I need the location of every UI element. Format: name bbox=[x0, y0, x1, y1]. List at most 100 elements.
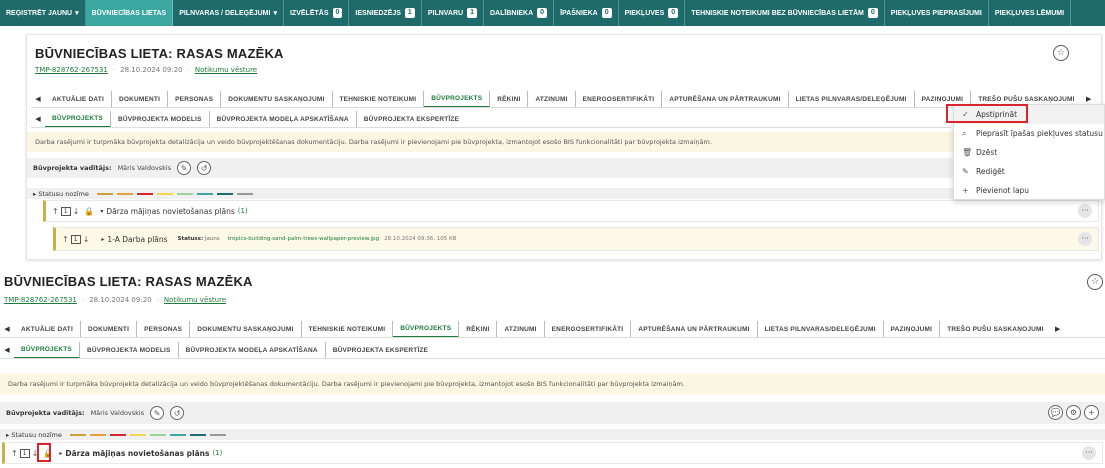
favorite-star-icon[interactable]: ☆ bbox=[1053, 45, 1069, 61]
folder-row[interactable]: ↑ 1 ↓ 🔒 ▾ Dārza mājiņas novietošanas plā… bbox=[43, 200, 1099, 222]
case-meta: TMP-828762-267531 · 28.10.2024 09:20 · N… bbox=[4, 296, 227, 304]
tab-5[interactable]: Būvprojekts bbox=[424, 91, 491, 107]
subtab-0[interactable]: Būvprojekts bbox=[14, 342, 80, 358]
manager-name: Māris Valdovskis bbox=[90, 409, 145, 417]
subtab-0[interactable]: Būvprojekts bbox=[45, 111, 111, 127]
more-actions-icon[interactable]: ··· bbox=[1078, 204, 1092, 218]
tabs-right-arrow-icon[interactable]: ▶ bbox=[1051, 325, 1065, 333]
favorite-star-icon[interactable]: ☆ bbox=[1087, 274, 1103, 290]
more-actions-icon[interactable]: ··· bbox=[1078, 232, 1092, 246]
subtab-3[interactable]: Būvprojekta ekspertīze bbox=[326, 342, 435, 358]
move-up-icon[interactable]: ↑ bbox=[11, 449, 18, 458]
menu-item-1[interactable]: ⌕ Pieprasīt īpašas piekļuves statusu bbox=[954, 124, 1104, 143]
lock-icon[interactable]: 🔒 bbox=[84, 207, 94, 216]
history-icon[interactable]: ↺ bbox=[170, 406, 185, 420]
move-up-icon[interactable]: ↑ bbox=[62, 235, 69, 244]
tab-1[interactable]: Dokumenti bbox=[112, 91, 169, 107]
topnav-item-7[interactable]: Īpašnieka 0 bbox=[554, 0, 619, 26]
tab-2[interactable]: Personas bbox=[168, 91, 222, 107]
topnav-item-5[interactable]: Pilnvaru 1 bbox=[422, 0, 484, 26]
move-down-icon[interactable]: ↓ bbox=[73, 207, 80, 216]
topnav-item-8[interactable]: Piekļuves 0 bbox=[619, 0, 686, 26]
tab-10[interactable]: Lietas pilnvaras/deleģējumi bbox=[758, 321, 884, 337]
move-up-icon[interactable]: ↑ bbox=[52, 207, 59, 216]
move-down-icon[interactable]: ↓ bbox=[83, 235, 90, 244]
expand-toggle-icon[interactable]: ▾ bbox=[100, 208, 103, 215]
folder-row[interactable]: ↑ 1 ↓ 🔒 ▸ Dārza mājiņas novietošanas plā… bbox=[2, 442, 1103, 464]
case-id-link[interactable]: TMP-828762-267531 bbox=[35, 66, 108, 74]
tab-9[interactable]: Apturēšana un pārtraukumi bbox=[631, 321, 758, 337]
tabs-left-arrow-icon[interactable]: ◀ bbox=[0, 325, 14, 333]
tab-8[interactable]: Energosertifikāti bbox=[576, 91, 663, 107]
case-meta: TMP-828762-267531 · 28.10.2024 09:20 · N… bbox=[35, 66, 258, 74]
file-row[interactable]: ↑ 1 ↓ ▸ 1-A Darba plāns Statuss: Jauns t… bbox=[53, 227, 1099, 251]
tab-0[interactable]: Aktuālie dati bbox=[14, 321, 81, 337]
comment-icon[interactable]: 💬 bbox=[1048, 405, 1063, 420]
tab-2[interactable]: Personas bbox=[137, 321, 191, 337]
legend-label[interactable]: ▸ Statusu nozīme bbox=[6, 431, 62, 439]
history-link[interactable]: Notikumu vēsture bbox=[164, 296, 226, 304]
tab-11[interactable]: Paziņojumi bbox=[884, 321, 941, 337]
more-actions-icon[interactable]: ··· bbox=[1082, 446, 1096, 460]
legend-swatch bbox=[216, 192, 233, 195]
tab-7[interactable]: Atzinumi bbox=[528, 91, 576, 107]
legend-label[interactable]: ▸ Statusu nozīme bbox=[33, 190, 89, 198]
topnav-item-9[interactable]: Tehniskie noteikumi bez būvniecības liet… bbox=[685, 0, 885, 26]
tab-4[interactable]: Tehniskie noteikumi bbox=[302, 321, 394, 337]
topnav-item-1[interactable]: Būvniecības lietas bbox=[85, 0, 174, 26]
tab-3[interactable]: Dokumentu saskaņojumi bbox=[221, 91, 333, 107]
file-link[interactable]: tropics-building-sand-palm-trees-wallpap… bbox=[228, 236, 379, 242]
tab-7[interactable]: Atzinumi bbox=[497, 321, 545, 337]
file-title[interactable]: 1-A Darba plāns bbox=[107, 235, 167, 244]
tabs-right-arrow-icon[interactable]: ▶ bbox=[1082, 95, 1096, 103]
add-icon[interactable]: + bbox=[1084, 405, 1099, 420]
folder-title[interactable]: Dārza mājiņas novietošanas plāns bbox=[65, 449, 209, 458]
tab-8[interactable]: Energosertifikāti bbox=[545, 321, 632, 337]
menu-item-2[interactable]: 🗑 Dzēst bbox=[954, 143, 1104, 162]
tab-6[interactable]: Rēķini bbox=[490, 91, 529, 107]
menu-item-3[interactable]: ✎ Rediģēt bbox=[954, 162, 1104, 181]
order-box[interactable]: 1 bbox=[70, 234, 81, 244]
history-link[interactable]: Notikumu vēsture bbox=[195, 66, 257, 74]
history-icon[interactable]: ↺ bbox=[197, 161, 212, 175]
order-box[interactable]: 1 bbox=[19, 448, 30, 458]
tab-3[interactable]: Dokumentu saskaņojumi bbox=[190, 321, 302, 337]
subtab-1[interactable]: Būvprojekta modelis bbox=[80, 342, 179, 358]
edit-icon[interactable]: ✎ bbox=[177, 161, 192, 175]
tab-12[interactable]: Trešo pušu saskaņojumi bbox=[940, 321, 1051, 337]
case-id-link[interactable]: TMP-828762-267531 bbox=[4, 296, 77, 304]
tabs-left-arrow-icon[interactable]: ◀ bbox=[31, 95, 45, 103]
topnav-item-3[interactable]: Izvēlētās 0 bbox=[284, 0, 350, 26]
subtab-3[interactable]: Būvprojekta ekspertīze bbox=[357, 111, 466, 127]
topnav-item-2[interactable]: Pilnvaras / deleģējumi ▾ bbox=[173, 0, 284, 26]
subtab-2[interactable]: Būvprojekta modeļa apskatīšana bbox=[210, 111, 357, 127]
tab-10[interactable]: Lietas pilnvaras/deleģējumi bbox=[789, 91, 915, 107]
topnav-item-4[interactable]: Iesniedzējs 1 bbox=[349, 0, 422, 26]
topnav-item-6[interactable]: Dalībnieka 0 bbox=[484, 0, 555, 26]
expand-toggle-icon[interactable]: ▸ bbox=[101, 236, 104, 243]
folder-count: (1) bbox=[212, 449, 223, 457]
expand-toggle-icon[interactable]: ▸ bbox=[59, 450, 62, 457]
topnav-item-0[interactable]: Reģistrēt jaunu ▾ bbox=[0, 0, 86, 26]
file-meta: 28.10.2024 09:36, 105 KB bbox=[384, 236, 457, 242]
menu-item-4[interactable]: + Pievienot lapu bbox=[954, 181, 1104, 200]
gear-icon[interactable]: ⚙ bbox=[1066, 405, 1081, 420]
tab-6[interactable]: Rēķini bbox=[459, 321, 498, 337]
topnav-item-11[interactable]: Piekļuves lēmumi bbox=[989, 0, 1072, 26]
tab-9[interactable]: Apturēšana un pārtraukumi bbox=[662, 91, 789, 107]
order-box[interactable]: 1 bbox=[60, 206, 71, 216]
info-banner: Darba rasējumi ir turpmāka būvprojekta d… bbox=[27, 132, 1101, 152]
subtab-2[interactable]: Būvprojekta modeļa apskatīšana bbox=[179, 342, 326, 358]
tab-4[interactable]: Tehniskie noteikumi bbox=[333, 91, 425, 107]
subtab-1[interactable]: Būvprojekta modelis bbox=[111, 111, 210, 127]
tab-5[interactable]: Būvprojekts bbox=[393, 321, 460, 337]
edit-icon[interactable]: ✎ bbox=[150, 406, 165, 420]
tab-0[interactable]: Aktuālie dati bbox=[45, 91, 112, 107]
subtabs-left-arrow-icon[interactable]: ◀ bbox=[31, 115, 45, 123]
case-date: 28.10.2024 09:20 bbox=[89, 296, 152, 304]
tab-1[interactable]: Dokumenti bbox=[81, 321, 138, 337]
subtabs-left-arrow-icon[interactable]: ◀ bbox=[0, 346, 14, 354]
menu-item-icon: ✎ bbox=[962, 167, 969, 176]
folder-title[interactable]: Dārza mājiņas novietošanas plāns bbox=[106, 207, 234, 216]
topnav-item-10[interactable]: Piekļuves pieprasījumi bbox=[885, 0, 989, 26]
